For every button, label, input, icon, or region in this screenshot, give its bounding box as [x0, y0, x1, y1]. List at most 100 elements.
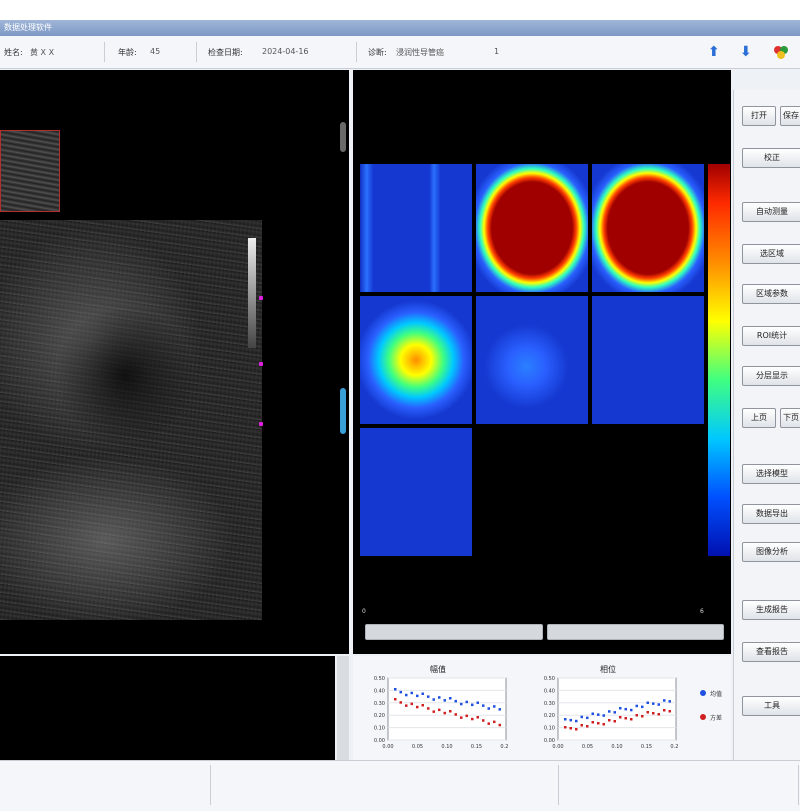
amplitude-chart-title: 幅值 [430, 665, 446, 674]
color-scale-bar [708, 164, 730, 556]
y-tick-label: 0.20 [544, 713, 555, 719]
frame-scrollbar-left[interactable] [365, 624, 543, 640]
region-params-button[interactable]: 区域参数 [742, 284, 800, 304]
heatmap-tile[interactable] [592, 164, 704, 292]
calibrate-button[interactable]: 校正 [742, 148, 800, 168]
frame-scrollbar-right[interactable] [547, 624, 724, 640]
x-tick-label: 0.10 [611, 744, 622, 750]
series-point [443, 711, 446, 715]
generate-report-button[interactable]: 生成报告 [742, 600, 800, 620]
series-point [394, 698, 397, 701]
view-report-button[interactable]: 查看报告 [742, 642, 800, 662]
info-panel-scrollbar[interactable] [337, 656, 349, 760]
heatmap-tile[interactable] [360, 296, 472, 424]
depth-marker [259, 362, 263, 366]
status-cell [560, 765, 799, 805]
plot-area [557, 677, 677, 741]
legend-mean-label: 均值 [710, 691, 723, 698]
amplitude-chart: 0.00 0.05 0.10 0.15 0.20 0.50 0.40 0.30 0.20 0.10… [374, 676, 508, 750]
series-point [416, 705, 419, 709]
prev-page-button[interactable]: 上页 [742, 408, 776, 428]
tools-button[interactable]: 工具 [742, 696, 800, 716]
series-point [449, 710, 452, 713]
series-point [569, 727, 572, 730]
x-tick-label: 0.15 [641, 744, 652, 750]
heatmap-tile[interactable] [476, 296, 588, 424]
series-point [668, 710, 671, 713]
arrow-down-icon[interactable]: ⬇ [740, 44, 752, 60]
next-page-button[interactable]: 下页 [780, 408, 800, 428]
exam-date-value: 2024-04-16 [262, 47, 309, 56]
series-point [493, 720, 496, 724]
y-tick-label: 0.00 [544, 738, 555, 744]
y-tick-label: 0.30 [544, 701, 555, 707]
series-point [443, 699, 446, 702]
series-point [564, 718, 567, 721]
panel-expand-handle[interactable] [340, 388, 346, 434]
series-point [602, 714, 605, 717]
series-point [449, 697, 452, 700]
series-point [663, 699, 666, 702]
exam-date-label: 检查日期: [208, 48, 243, 57]
series-point [421, 704, 424, 707]
heatmap-tile[interactable] [592, 296, 704, 424]
name-label: 姓名: [4, 48, 23, 57]
heatmap-tile[interactable] [360, 428, 472, 556]
series-point [602, 723, 605, 726]
info-panel [0, 656, 335, 760]
frame-end-label: 6 [700, 608, 704, 615]
age-label: 年龄: [118, 48, 137, 57]
frame-start-label: 0 [362, 608, 366, 615]
y-tick-label: 0.50 [374, 676, 385, 682]
series-point [438, 696, 441, 699]
ultrasound-thumbnail[interactable] [0, 130, 60, 212]
select-model-button[interactable]: 选择模型 [742, 464, 800, 484]
x-tick-label: 0.00 [552, 744, 563, 750]
series-point [460, 716, 463, 719]
series-point [410, 691, 413, 695]
save-button[interactable]: 保存 [780, 106, 800, 126]
arrow-up-icon[interactable]: ⬆ [708, 44, 720, 60]
series-point [569, 718, 572, 722]
toolbar-divider [356, 42, 357, 62]
open-button[interactable]: 打开 [742, 106, 776, 126]
series-point [608, 710, 611, 713]
series-point [454, 713, 457, 716]
series-point [575, 728, 578, 731]
depth-marker [259, 422, 263, 426]
y-tick-label: 0.00 [374, 738, 385, 744]
roi-stats-button[interactable]: ROI统计 [742, 326, 800, 346]
name-value: 黄 X X [30, 48, 55, 57]
status-cell [212, 765, 559, 805]
series-point [394, 688, 397, 691]
series-point [410, 702, 413, 706]
series-point [580, 715, 583, 719]
status-bar [0, 760, 800, 811]
series-point [460, 702, 463, 706]
series-point [421, 692, 424, 695]
ultrasound-panel[interactable] [0, 70, 349, 654]
y-tick-label: 0.10 [544, 726, 555, 732]
series-point [487, 707, 490, 710]
phase-chart: 0.00 0.05 0.10 0.15 0.20 0.50 0.40 0.30 0.20 0.10… [544, 676, 678, 750]
heatmap-tile[interactable] [476, 164, 588, 292]
series-point [619, 707, 622, 710]
auto-measure-button[interactable]: 自动测量 [742, 202, 800, 222]
select-roi-button[interactable]: 选区域 [742, 244, 800, 264]
ultrasound-image[interactable] [0, 220, 262, 620]
diagnosis-value: 浸润性导管癌 [396, 48, 444, 57]
heatmap-tile[interactable] [360, 164, 472, 292]
panel-collapse-handle[interactable] [340, 122, 346, 152]
data-export-button[interactable]: 数据导出 [742, 504, 800, 524]
series-point [487, 722, 490, 725]
series-point [597, 713, 600, 716]
command-sidebar: 打开 保存 校正 自动测量 选区域 区域参数 ROI统计 分层显示 上页 下页 … [733, 90, 800, 760]
series-point [465, 714, 468, 718]
layer-display-button[interactable]: 分层显示 [742, 366, 800, 386]
series-point [586, 716, 589, 720]
series-point [613, 720, 616, 723]
image-analysis-button[interactable]: 图像分析 [742, 542, 800, 562]
diagnosis-extra: 1 [494, 47, 500, 56]
series-point [471, 703, 474, 707]
series-point [471, 717, 474, 721]
